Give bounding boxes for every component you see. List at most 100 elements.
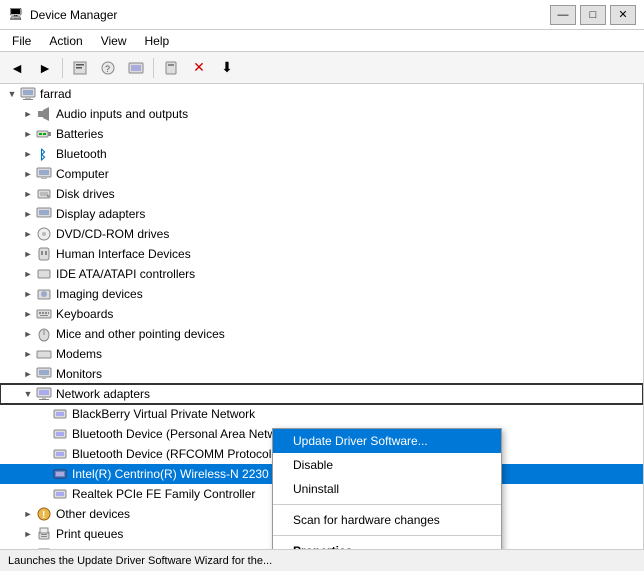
keyboards-expand: ► (20, 306, 36, 322)
tree-item-network[interactable]: ▼ Network adapters (0, 384, 643, 404)
svg-text:ᛒ: ᛒ (39, 147, 47, 162)
net1-label: BlackBerry Virtual Private Network (72, 407, 255, 421)
imaging-expand: ► (20, 286, 36, 302)
root-expand-icon: ▼ (4, 86, 20, 102)
ctx-disable[interactable]: Disable (273, 453, 501, 477)
monitors-expand: ► (20, 366, 36, 382)
toolbar-remove[interactable]: ✕ (186, 56, 212, 80)
network-label: Network adapters (56, 387, 150, 401)
imaging-icon (36, 286, 52, 302)
ctx-update[interactable]: Update Driver Software... (273, 429, 501, 453)
menu-help[interactable]: Help (137, 32, 178, 50)
hid-icon (36, 246, 52, 262)
other-icon: ! (36, 506, 52, 522)
mice-icon (36, 326, 52, 342)
net5-expand (36, 486, 52, 502)
menu-view[interactable]: View (93, 32, 135, 50)
minimize-button[interactable]: — (550, 5, 576, 25)
display-expand: ► (20, 206, 36, 222)
net2-label: Bluetooth Device (Personal Area Network) (72, 427, 297, 441)
toolbar-device[interactable] (158, 56, 184, 80)
disk-expand: ► (20, 186, 36, 202)
ide-expand: ► (20, 266, 36, 282)
toolbar-back[interactable]: ◄ (4, 56, 30, 80)
audio-expand: ► (20, 106, 36, 122)
computer-label: Computer (56, 167, 109, 181)
tree-item-batteries[interactable]: ► Batteries (0, 124, 643, 144)
tree-item-hid[interactable]: ► Human Interface Devices (0, 244, 643, 264)
modems-expand: ► (20, 346, 36, 362)
title-bar-left: 🖥 Device Manager (8, 7, 117, 23)
app-icon: 🖥 (8, 7, 24, 23)
ide-icon (36, 266, 52, 282)
tree-item-modems[interactable]: ► Modems (0, 344, 643, 364)
toolbar-properties[interactable] (67, 56, 93, 80)
net2-icon (52, 426, 68, 442)
title-bar-title: Device Manager (30, 8, 117, 22)
hid-label: Human Interface Devices (56, 247, 191, 261)
other-label: Other devices (56, 507, 130, 521)
keyboards-label: Keyboards (56, 307, 113, 321)
toolbar-update[interactable]: ? (95, 56, 121, 80)
root-label: farrad (40, 87, 71, 101)
status-bar: Launches the Update Driver Software Wiza… (0, 549, 644, 571)
dvd-label: DVD/CD-ROM drives (56, 227, 169, 241)
tree-item-audio[interactable]: ► Audio inputs and outputs (0, 104, 643, 124)
audio-icon (36, 106, 52, 122)
monitors-label: Monitors (56, 367, 102, 381)
net4-icon (52, 466, 68, 482)
proc-label: Processors (56, 547, 116, 549)
tree-item-computer[interactable]: ► Computer (0, 164, 643, 184)
root-computer-icon (20, 86, 36, 102)
title-bar-controls: — □ ✕ (550, 5, 636, 25)
tree-item-bluetooth[interactable]: ► ᛒ Bluetooth (0, 144, 643, 164)
toolbar-scan[interactable] (123, 56, 149, 80)
batteries-icon (36, 126, 52, 142)
context-menu: Update Driver Software... Disable Uninst… (272, 428, 502, 549)
maximize-button[interactable]: □ (580, 5, 606, 25)
svg-text:!: ! (42, 510, 45, 521)
tree-item-dvd[interactable]: ► DVD/CD-ROM drives (0, 224, 643, 244)
menu-file[interactable]: File (4, 32, 39, 50)
tree-panel[interactable]: ▼ farrad ► Audio inputs and outputs ► Ba… (0, 84, 644, 549)
hid-expand: ► (20, 246, 36, 262)
tree-item-ide[interactable]: ► IDE ATA/ATAPI controllers (0, 264, 643, 284)
tree-item-imaging[interactable]: ► Imaging devices (0, 284, 643, 304)
disk-icon (36, 186, 52, 202)
menu-action[interactable]: Action (41, 32, 90, 50)
toolbar-add[interactable]: ⬇ (214, 56, 240, 80)
close-button[interactable]: ✕ (610, 5, 636, 25)
net4-expand (36, 466, 52, 482)
keyboards-icon (36, 306, 52, 322)
tree-root[interactable]: ▼ farrad (0, 84, 643, 104)
ctx-uninstall[interactable]: Uninstall (273, 477, 501, 501)
ctx-scan[interactable]: Scan for hardware changes (273, 508, 501, 532)
svg-text:?: ? (105, 64, 110, 74)
ctx-properties[interactable]: Properties (273, 539, 501, 549)
tree-item-diskdrives[interactable]: ► Disk drives (0, 184, 643, 204)
tree-item-net-blackberry[interactable]: BlackBerry Virtual Private Network (0, 404, 643, 424)
net1-expand (36, 406, 52, 422)
dvd-expand: ► (20, 226, 36, 242)
toolbar-forward[interactable]: ► (32, 56, 58, 80)
display-icon (36, 206, 52, 222)
network-expand: ▼ (20, 386, 36, 402)
tree-item-monitors[interactable]: ► Monitors (0, 364, 643, 384)
main-content: ▼ farrad ► Audio inputs and outputs ► Ba… (0, 84, 644, 549)
print-label: Print queues (56, 527, 123, 541)
net3-label: Bluetooth Device (RFCOMM Protocol TDI) (72, 447, 298, 461)
proc-icon (36, 546, 52, 549)
net5-label: Realtek PCIe FE Family Controller (72, 487, 255, 501)
ctx-sep1 (273, 504, 501, 505)
tree-item-mice[interactable]: ► Mice and other pointing devices (0, 324, 643, 344)
dvd-icon (36, 226, 52, 242)
bluetooth-label: Bluetooth (56, 147, 107, 161)
tree-item-keyboards[interactable]: ► Keyboards (0, 304, 643, 324)
modems-icon (36, 346, 52, 362)
mice-label: Mice and other pointing devices (56, 327, 225, 341)
status-text: Launches the Update Driver Software Wiza… (8, 555, 272, 567)
toolbar-sep1 (62, 58, 63, 78)
net5-icon (52, 486, 68, 502)
tree-item-display[interactable]: ► Display adapters (0, 204, 643, 224)
net3-expand (36, 446, 52, 462)
